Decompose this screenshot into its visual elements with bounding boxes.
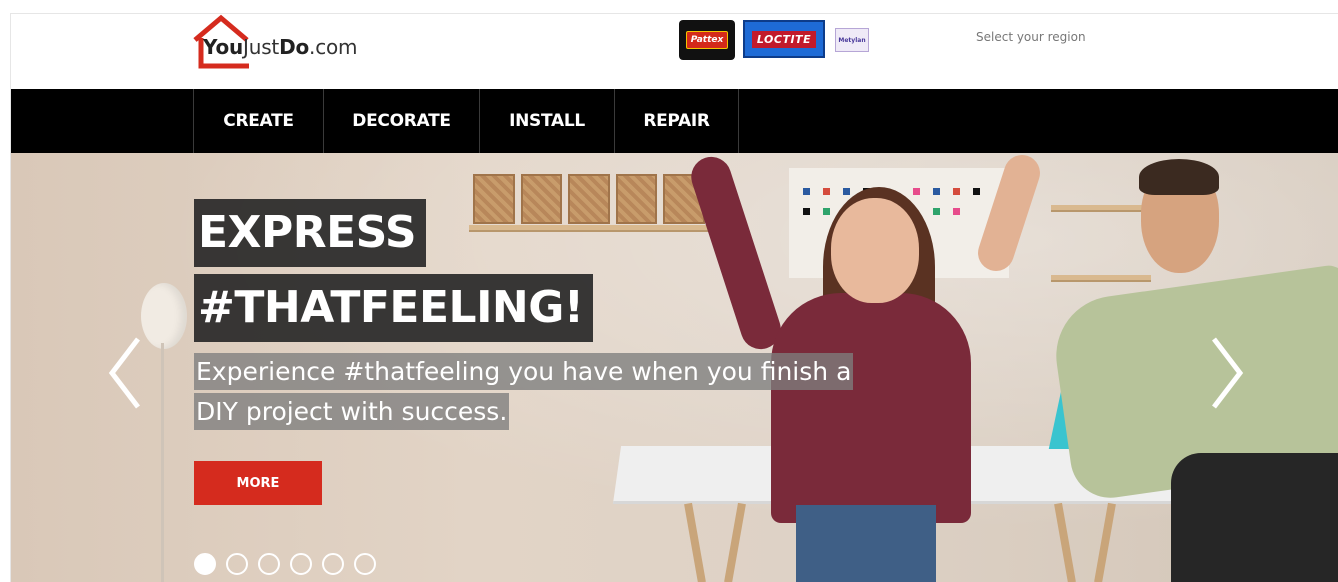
loctite-logo[interactable]: LOCTITE: [743, 20, 825, 58]
site-header: YouJustDo.com Pattex LOCTITE Metylan Sel…: [11, 14, 1338, 89]
main-nav: CREATE DECORATE INSTALL REPAIR: [11, 89, 1338, 153]
pattex-logo-text: Pattex: [685, 31, 729, 49]
woman-face: [831, 198, 919, 303]
loctite-logo-text: LOCTITE: [751, 30, 817, 48]
logo-just: Just: [243, 35, 280, 59]
nav-item-repair[interactable]: REPAIR: [615, 89, 739, 153]
logo-text: YouJustDo.com: [203, 35, 358, 59]
hero-slider: EXPRESS #THATFEELING! Experience #thatfe…: [11, 153, 1338, 582]
metylan-logo[interactable]: Metylan: [835, 28, 869, 52]
slide-dot[interactable]: [354, 553, 376, 575]
slider-next-arrow[interactable]: [1204, 333, 1248, 413]
man-jeans: [1171, 453, 1338, 582]
more-button[interactable]: MORE: [194, 461, 322, 505]
slide-dot[interactable]: [258, 553, 280, 575]
region-selector[interactable]: Select your region: [976, 30, 1086, 44]
chevron-right-icon: [1212, 337, 1244, 409]
page-frame: YouJustDo.com Pattex LOCTITE Metylan Sel…: [10, 13, 1338, 582]
slider-pagination: [194, 553, 376, 575]
nav-item-create[interactable]: CREATE: [194, 89, 324, 153]
hero-subline: Experience #thatfeeling you have when yo…: [194, 353, 854, 430]
logo-dotcom: .com: [309, 35, 358, 59]
pattex-logo[interactable]: Pattex: [679, 20, 735, 60]
headline-line-1: EXPRESS: [194, 199, 427, 267]
slide-dot[interactable]: [194, 553, 216, 575]
headline-line-2: #THATFEELING!: [194, 274, 594, 342]
shelf-right-top: [1051, 205, 1151, 212]
slide-dot[interactable]: [322, 553, 344, 575]
logo-you: You: [203, 35, 244, 59]
slide-dot[interactable]: [226, 553, 248, 575]
slide-dot[interactable]: [290, 553, 312, 575]
shelf-right-mid: [1051, 275, 1151, 282]
subline-line-1: Experience #thatfeeling you have when yo…: [194, 353, 854, 390]
nav-item-decorate[interactable]: DECORATE: [324, 89, 480, 153]
lamp-stand: [161, 343, 164, 582]
logo-do: Do: [279, 35, 310, 59]
nav-items: CREATE DECORATE INSTALL REPAIR: [193, 89, 739, 153]
subline-line-2: DIY project with success.: [194, 393, 510, 430]
site-logo[interactable]: YouJustDo.com: [191, 14, 391, 74]
man-hair: [1139, 159, 1219, 195]
metylan-logo-text: Metylan: [838, 36, 866, 44]
slider-prev-arrow[interactable]: [104, 333, 148, 413]
woman-jeans: [796, 505, 936, 582]
hero-headline: EXPRESS #THATFEELING!: [194, 199, 594, 342]
nav-item-install[interactable]: INSTALL: [480, 89, 615, 153]
chevron-left-icon: [108, 337, 140, 409]
